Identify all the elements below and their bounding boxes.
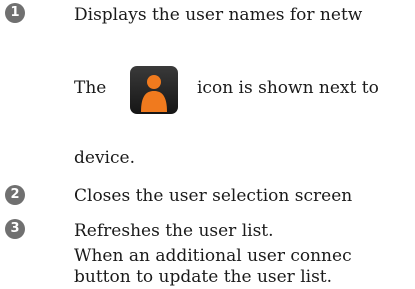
step-number-2: 2 bbox=[5, 185, 25, 205]
step-number-3: 3 bbox=[5, 219, 25, 239]
user-person-orange-icon bbox=[130, 66, 178, 114]
item-3-detail-line-2: button to update the user list. bbox=[74, 267, 333, 287]
item-3-detail-line-1: When an additional user connec bbox=[74, 246, 352, 266]
item-1-description: Displays the user names for netw bbox=[74, 5, 363, 25]
item-3-description: Refreshes the user list. bbox=[74, 221, 274, 241]
item-1-icon-sentence-end: icon is shown next to bbox=[197, 78, 379, 98]
item-1-continuation: device. bbox=[74, 148, 135, 168]
step-number-1: 1 bbox=[5, 3, 25, 23]
item-1-icon-sentence-start: The bbox=[74, 78, 107, 98]
item-2-description: Closes the user selection screen bbox=[74, 186, 353, 206]
